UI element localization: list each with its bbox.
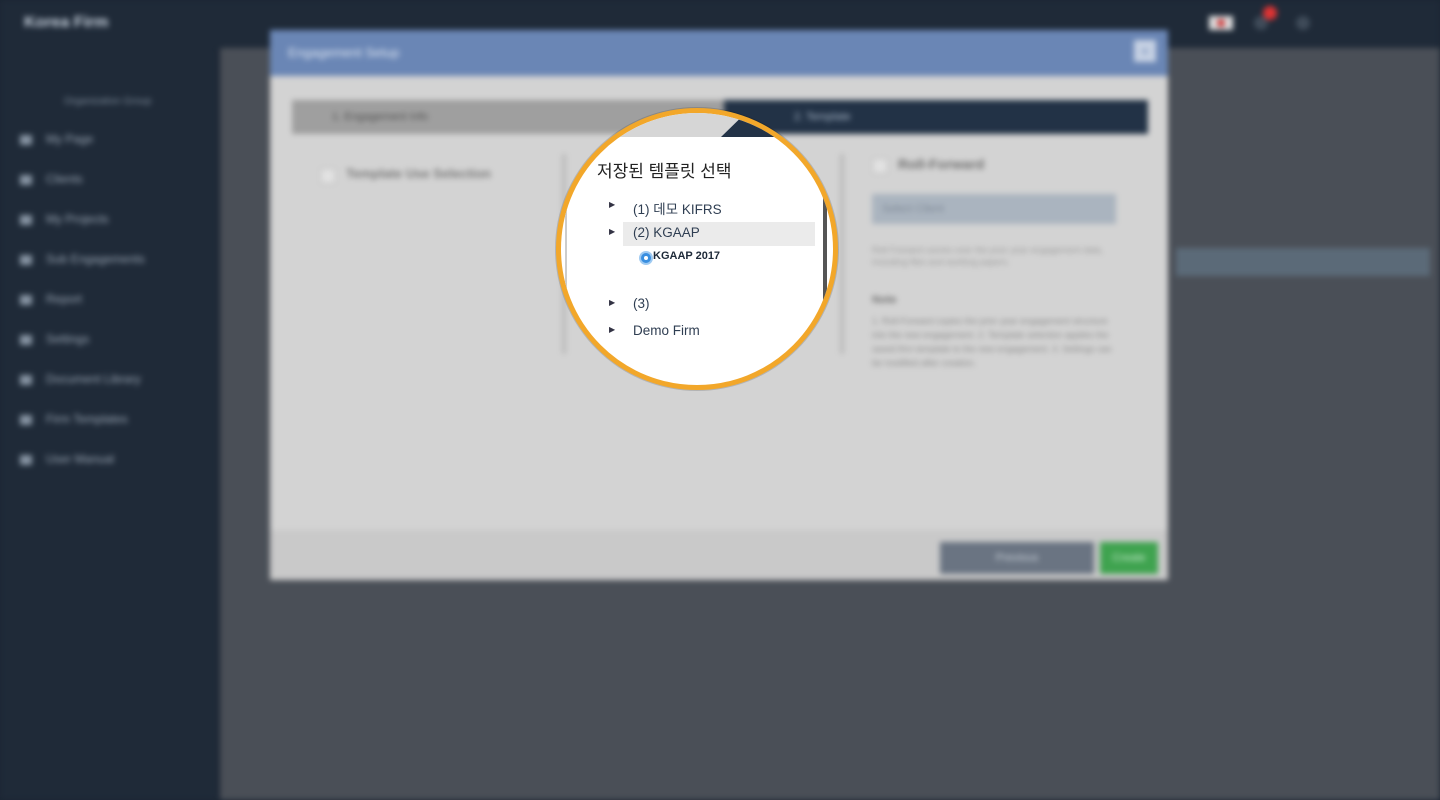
sidebar-item-report[interactable]: Report bbox=[20, 292, 210, 312]
modal-footer: Previous Create bbox=[270, 530, 1168, 580]
gear-icon bbox=[20, 334, 32, 345]
sidebar-item-library[interactable]: Document Library bbox=[20, 372, 210, 392]
notification-badge bbox=[1263, 6, 1277, 20]
template-icon bbox=[20, 414, 32, 425]
magnifier-lens: 저장된 템플릿 선택 ▶ (1) 데모 KIFRS ▶ (2) KGAAP KG… bbox=[556, 108, 838, 390]
sidebar-subtitle: Organization Group bbox=[64, 96, 152, 107]
column-divider bbox=[840, 154, 844, 354]
roll-forward-label: Roll-Forward bbox=[898, 156, 985, 172]
home-icon bbox=[20, 134, 32, 145]
sidebar-item-projects[interactable]: My Projects bbox=[20, 212, 210, 232]
use-template-label: Template Use Selection bbox=[346, 166, 491, 181]
caret-right-icon[interactable]: ▶ bbox=[609, 227, 615, 236]
roll-forward-checkbox[interactable] bbox=[872, 158, 888, 174]
book-icon bbox=[20, 374, 32, 385]
tree-scrollbar[interactable] bbox=[823, 193, 827, 343]
users-icon bbox=[20, 174, 32, 185]
create-button[interactable]: Create bbox=[1100, 542, 1158, 574]
sidebar-item-settings[interactable]: Settings bbox=[20, 332, 210, 352]
sidebar-item-my-page[interactable]: My Page bbox=[20, 132, 210, 152]
help-icon[interactable] bbox=[1296, 16, 1310, 30]
note-title: Note bbox=[872, 294, 897, 306]
close-button[interactable]: × bbox=[1134, 40, 1156, 62]
language-flag-icon[interactable] bbox=[1209, 16, 1233, 30]
folder-icon bbox=[20, 214, 32, 225]
template-tree-title: 저장된 템플릿 선택 bbox=[597, 162, 732, 181]
link-icon bbox=[20, 254, 32, 265]
caret-right-icon[interactable]: ▶ bbox=[609, 325, 615, 334]
tree-node-kifrs[interactable]: ▶ (1) 데모 KIFRS bbox=[601, 195, 811, 219]
tree-node-kgaap[interactable]: ▶ (2) KGAAP bbox=[609, 222, 815, 246]
previous-button[interactable]: Previous bbox=[940, 542, 1094, 574]
note-body: 1. Roll-Forward copies the prior year en… bbox=[872, 316, 1112, 368]
sidebar-item-templates[interactable]: Firm Templates bbox=[20, 412, 210, 432]
client-select[interactable]: Select Client bbox=[872, 194, 1116, 224]
table-row[interactable] bbox=[1176, 248, 1430, 276]
sidebar: Organization Group My Page Clients My Pr… bbox=[0, 48, 218, 800]
caret-right-icon[interactable]: ▶ bbox=[609, 200, 615, 209]
use-template-checkbox[interactable] bbox=[320, 168, 336, 184]
tree-node-demo-firm[interactable]: ▶ Demo Firm bbox=[601, 320, 811, 344]
modal-title: Engagement Setup bbox=[288, 45, 400, 60]
column-divider bbox=[565, 193, 567, 313]
modal-header: Engagement Setup × bbox=[270, 30, 1168, 76]
caret-right-icon[interactable]: ▶ bbox=[609, 298, 615, 307]
brand-logo: Korea Firm bbox=[24, 14, 109, 31]
info-icon bbox=[20, 454, 32, 465]
sidebar-item-clients[interactable]: Clients bbox=[20, 172, 210, 192]
sidebar-item-sub-engagements[interactable]: Sub Engagements bbox=[20, 252, 210, 272]
radio-selected-icon[interactable] bbox=[639, 251, 653, 265]
roll-forward-note: Roll Forward carries over the prior year… bbox=[872, 245, 1104, 267]
tree-node-3[interactable]: ▶ (3) bbox=[601, 293, 811, 317]
sidebar-item-manual[interactable]: User Manual bbox=[20, 452, 210, 472]
chart-icon bbox=[20, 294, 32, 305]
